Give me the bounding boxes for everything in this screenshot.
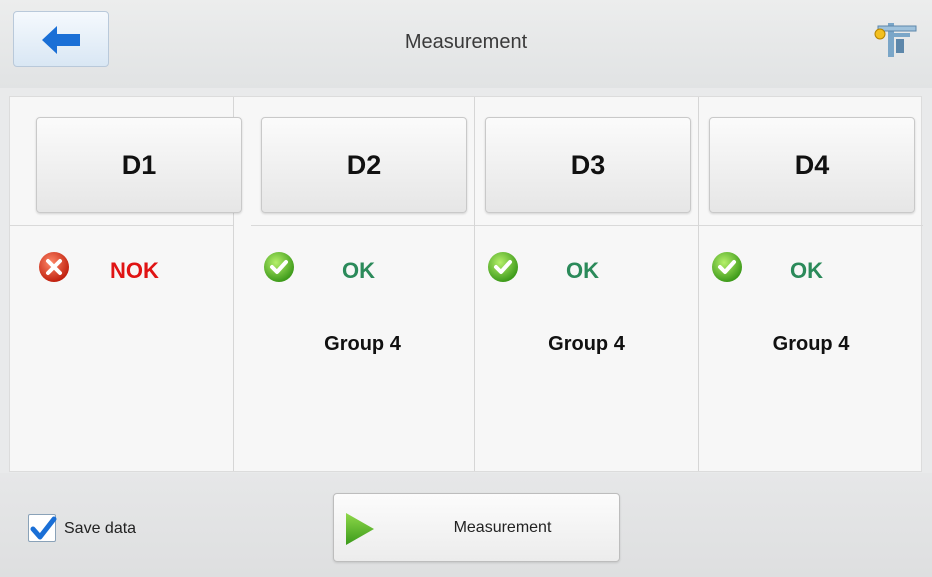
measurement-grid: D1 NOK D2 OK Group 4 D3 OK Group 4 D4 OK… <box>9 96 923 472</box>
x-circle-icon <box>39 252 69 282</box>
column-d3: D3 OK Group 4 <box>475 97 699 471</box>
status-text-d3: OK <box>566 258 599 283</box>
save-data-checkbox[interactable] <box>28 514 57 542</box>
group-label-d2: Group 4 <box>324 333 401 355</box>
divider <box>475 225 698 226</box>
divider <box>10 225 233 226</box>
d3-button[interactable]: D3 <box>485 117 691 213</box>
caliper-icon[interactable] <box>874 20 920 60</box>
measurement-button[interactable]: Measurement <box>333 493 620 562</box>
save-data-label[interactable]: Save data <box>64 520 136 538</box>
column-d4: D4 OK Group 4 <box>699 97 923 471</box>
check-circle-icon <box>488 252 518 282</box>
status-text-d1: NOK <box>110 258 159 283</box>
d1-button[interactable]: D1 <box>36 117 242 213</box>
divider <box>699 225 923 226</box>
check-circle-icon <box>712 252 742 282</box>
status-text-d2: OK <box>342 258 375 283</box>
group-label-d3: Group 4 <box>548 333 625 355</box>
checkmark-icon <box>30 516 57 540</box>
d2-button[interactable]: D2 <box>261 117 467 213</box>
column-d1: D1 NOK <box>10 97 242 471</box>
check-circle-icon <box>264 252 294 282</box>
status-text-d4: OK <box>790 258 823 283</box>
group-label-d4: Group 4 <box>772 333 850 355</box>
d4-button[interactable]: D4 <box>709 117 915 213</box>
header-bar: Measurement <box>0 0 932 88</box>
divider <box>251 225 474 226</box>
column-d2: D2 OK Group 4 <box>251 97 475 471</box>
page-title: Measurement <box>404 31 528 53</box>
measurement-button-label: Measurement <box>453 519 552 536</box>
